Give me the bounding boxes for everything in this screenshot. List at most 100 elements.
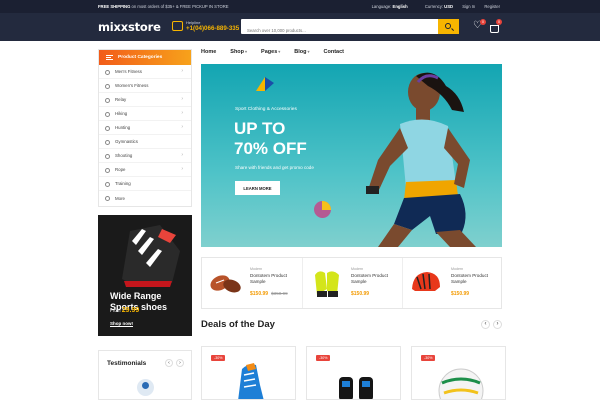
training-icon <box>105 182 110 187</box>
search-icon <box>445 23 451 29</box>
nav-label: Pages <box>261 49 278 55</box>
nav-contact[interactable]: Contact <box>324 49 344 59</box>
hero-kicker: Sport Clothing & Accessories <box>235 107 297 112</box>
page: FREE SHIPPING on most orders of $35+ & F… <box>0 0 600 400</box>
product-category: Modern <box>451 267 464 271</box>
product-name[interactable]: Dontotem Product Sample <box>451 273 499 285</box>
product-category: Modern <box>250 267 263 271</box>
hero-banner: Sport Clothing & Accessories UP TO 70% O… <box>201 64 502 247</box>
category-item[interactable]: Training <box>99 177 191 191</box>
category-sidebar: Product Categories Men's Fitness › Women'… <box>98 49 192 207</box>
avatar <box>137 379 154 396</box>
testimonials-prev-button[interactable]: ‹ <box>165 359 173 367</box>
deal-card[interactable]: -30% <box>306 346 401 400</box>
banner-price: From 29.99 <box>110 307 139 314</box>
language-selector[interactable]: Language: English <box>364 4 408 9</box>
category-header[interactable]: Product Categories <box>99 50 191 65</box>
shipping-bold: FREE SHIPPING <box>98 4 131 9</box>
testimonials-next-button[interactable]: › <box>176 359 184 367</box>
category-item[interactable]: Women's Fitness <box>99 79 191 93</box>
hunting-icon <box>105 126 110 131</box>
deals-next-button[interactable]: › <box>493 320 502 329</box>
category-item[interactable]: Rope › <box>99 163 191 177</box>
learn-more-button[interactable]: LEARN MORE <box>235 181 280 195</box>
main-nav: Home Shop▾ Pages▾ Blog▾ Contact <box>201 49 358 59</box>
shop-now-link[interactable]: Shop now! <box>110 321 133 326</box>
cart-icon[interactable]: 0 <box>489 19 502 33</box>
nav-home[interactable]: Home <box>201 49 216 59</box>
wishlist-icon[interactable]: 0 <box>473 19 486 32</box>
nav-pages[interactable]: Pages▾ <box>261 49 280 59</box>
product-category: Modern <box>351 267 364 271</box>
deals-prev-button[interactable]: ‹ <box>481 320 490 329</box>
gymnastics-icon <box>105 140 110 145</box>
product-price: $150.99 <box>451 291 469 297</box>
currency-value: USD <box>444 4 454 9</box>
shipping-text: on most orders of $35+ & FREE PICKUP IN … <box>130 4 229 9</box>
category-label: Men's Fitness <box>115 69 142 74</box>
category-item[interactable]: Shooting › <box>99 149 191 163</box>
product-price: $150.99 $350.99 <box>250 291 288 297</box>
category-item[interactable]: Relay › <box>99 93 191 107</box>
nav-label: Contact <box>323 49 345 55</box>
brand-mark-icon <box>256 77 274 91</box>
product-card[interactable]: Modern Dontotem Product Sample $150.99 <box>402 258 502 308</box>
header: mixxstore Helpline +1(04)066-889-335 0 0 <box>0 13 600 41</box>
nav-label: Home <box>201 49 217 55</box>
price-current: $150.99 <box>451 291 470 297</box>
hero-subtitle: Share with friends and get promo code <box>235 165 314 170</box>
category-item-more[interactable]: More <box>99 191 191 205</box>
product-name[interactable]: Dontotem Product Sample <box>351 273 399 285</box>
category-label: Hiking <box>115 111 128 116</box>
shoes-promo-banner[interactable]: Wide Range Sports shoes From 29.99 Shop … <box>98 215 192 336</box>
tshirt-icon <box>105 70 110 75</box>
decorative-shape <box>314 201 331 218</box>
product-card[interactable]: Modern Dontotem Product Sample $150.99 <box>302 258 402 308</box>
menu-icon <box>106 55 113 60</box>
category-label: Shooting <box>115 153 133 158</box>
category-item[interactable]: Hiking › <box>99 107 191 121</box>
helpline-number: +1(04)066-889-335 <box>186 25 240 32</box>
search-input[interactable] <box>241 23 431 38</box>
currency-selector[interactable]: Currency: USD <box>417 4 453 9</box>
chevron-down-icon: ▾ <box>307 49 310 54</box>
signin-link[interactable]: Sign In <box>462 4 475 9</box>
nav-shop[interactable]: Shop▾ <box>230 49 247 59</box>
shooting-icon <box>105 154 110 159</box>
shipping-notice: FREE SHIPPING on most orders of $35+ & F… <box>98 4 229 9</box>
hero-headline: UP TO 70% OFF <box>234 119 307 158</box>
logo[interactable]: mixxstore <box>98 20 161 34</box>
top-bar: FREE SHIPPING on most orders of $35+ & F… <box>0 0 600 13</box>
language-label: Language: <box>371 4 392 9</box>
chevron-right-icon: › <box>181 110 183 116</box>
phone-icon <box>172 21 183 31</box>
deal-card[interactable]: -30% <box>411 346 506 400</box>
chevron-down-icon: ▾ <box>278 49 281 54</box>
category-label: Rope <box>115 167 126 172</box>
chevron-down-icon: ▾ <box>245 49 248 54</box>
category-item[interactable]: Hunting › <box>99 121 191 135</box>
testimonials-title: Testimonials <box>107 360 147 367</box>
rope-icon <box>105 168 110 173</box>
category-label: Training <box>115 181 131 186</box>
price-current: $150.99 <box>351 291 370 297</box>
nav-blog[interactable]: Blog▾ <box>294 49 309 59</box>
category-label: Hunting <box>115 125 131 130</box>
search-button[interactable] <box>438 19 459 34</box>
shoe-image <box>122 225 180 287</box>
chevron-right-icon: › <box>181 166 183 172</box>
product-card[interactable]: Modern Dontotem Product Sample $150.99 $3… <box>202 258 302 308</box>
register-link[interactable]: Register <box>484 4 500 9</box>
cart-count: 0 <box>496 19 502 25</box>
chevron-right-icon: › <box>181 152 183 158</box>
nav-label: Blog <box>294 49 307 55</box>
category-item[interactable]: Men's Fitness › <box>99 65 191 79</box>
price-old: $350.99 <box>271 291 288 296</box>
chevron-right-icon: › <box>181 124 183 130</box>
chevron-right-icon: › <box>181 96 183 102</box>
deal-card[interactable]: -30% <box>201 346 296 400</box>
deals-title: Deals of the Day <box>201 319 275 330</box>
category-label: Gymnastics <box>115 139 138 144</box>
category-item[interactable]: Gymnastics <box>99 135 191 149</box>
product-name[interactable]: Dontotem Product Sample <box>250 273 298 285</box>
